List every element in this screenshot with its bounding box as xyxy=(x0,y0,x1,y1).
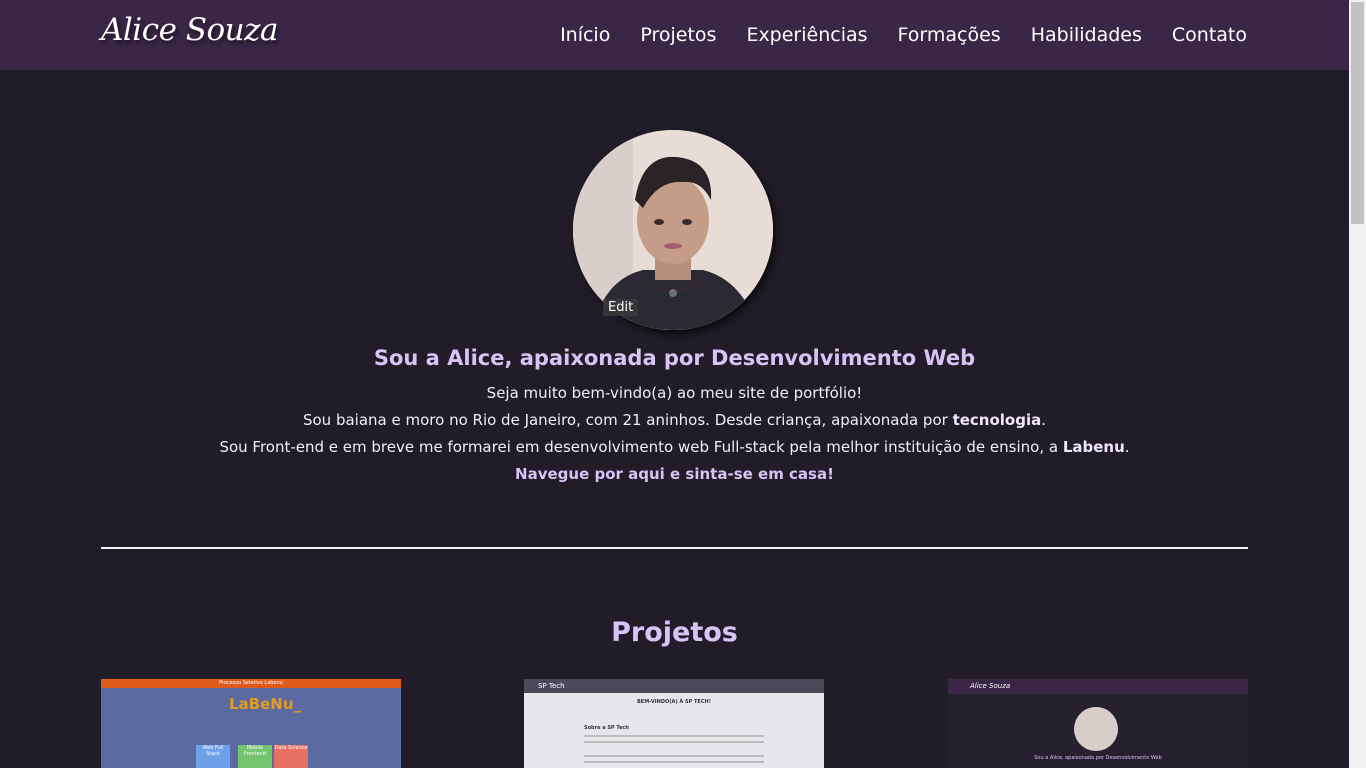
labenu-logo: LaBeNu_ xyxy=(229,695,302,713)
nav-link-habilidades[interactable]: Habilidades xyxy=(1031,24,1142,46)
site-logo[interactable]: Alice Souza xyxy=(101,12,278,48)
hero-keyword-labenu: Labenu xyxy=(1062,438,1125,456)
hero-line-welcome: Seja muito bem-vindo(a) ao meu site de p… xyxy=(486,384,863,402)
sptech-heading: BEM-VINDO(A) À SP TECH! xyxy=(637,699,711,705)
site-header: Alice Souza Início Projetos Experiências… xyxy=(0,0,1349,70)
nav-link-contato[interactable]: Contato xyxy=(1172,24,1247,46)
avatar-edit-badge[interactable]: Edit xyxy=(603,299,639,316)
portfolio-thumb-logo: Alice Souza xyxy=(970,682,1011,690)
portfolio-thumb-avatar xyxy=(1074,707,1118,751)
main-nav: Início Projetos Experiências Formações H… xyxy=(560,0,1247,70)
project-card-labenu-bar: Processo Seletivo Labenu xyxy=(101,679,401,688)
nav-link-projetos[interactable]: Projetos xyxy=(640,24,716,46)
project-card-portfolio[interactable]: Alice Souza Sou a Alice, apaixonada por … xyxy=(948,679,1248,768)
hero-line-bio: Sou baiana e moro no Rio de Janeiro, com… xyxy=(302,411,1047,429)
nav-link-formacoes[interactable]: Formações xyxy=(898,24,1001,46)
project-card-sptech[interactable]: SP Tech BEM-VINDO(A) À SP TECH! Sobre a … xyxy=(524,679,824,768)
hero-cta: Navegue por aqui e sinta-se em casa! xyxy=(515,465,834,483)
portfolio-thumb-title: Sou a Alice, apaixonada por Desenvolvime… xyxy=(1034,755,1162,761)
scrollbar-thumb[interactable] xyxy=(1351,2,1364,224)
hero-intro: Seja muito bem-vindo(a) ao meu site de p… xyxy=(0,383,1349,491)
project-card-labenu[interactable]: Processo Seletivo Labenu LaBeNu_ Web Ful… xyxy=(101,679,401,768)
hero-line-career: Sou Front-end e em breve me formarei em … xyxy=(219,438,1130,456)
labenu-box-web: Web Full Stack xyxy=(196,745,230,768)
labenu-box-mobile: Mobile Frontend xyxy=(238,745,272,768)
hero-keyword-tecnologia: tecnologia xyxy=(952,411,1042,429)
sptech-bar: SP Tech xyxy=(524,679,824,693)
projects-title: Projetos xyxy=(611,617,738,648)
section-divider xyxy=(101,547,1248,549)
sptech-section: Sobre a SP Tech xyxy=(584,725,629,731)
hero-title: Sou a Alice, apaixonada por Desenvolvime… xyxy=(373,346,976,370)
nav-link-inicio[interactable]: Início xyxy=(560,24,610,46)
page-scrollbar[interactable] xyxy=(1349,0,1366,768)
labenu-box-data: Data Science xyxy=(274,745,308,768)
nav-link-experiencias[interactable]: Experiências xyxy=(746,24,867,46)
